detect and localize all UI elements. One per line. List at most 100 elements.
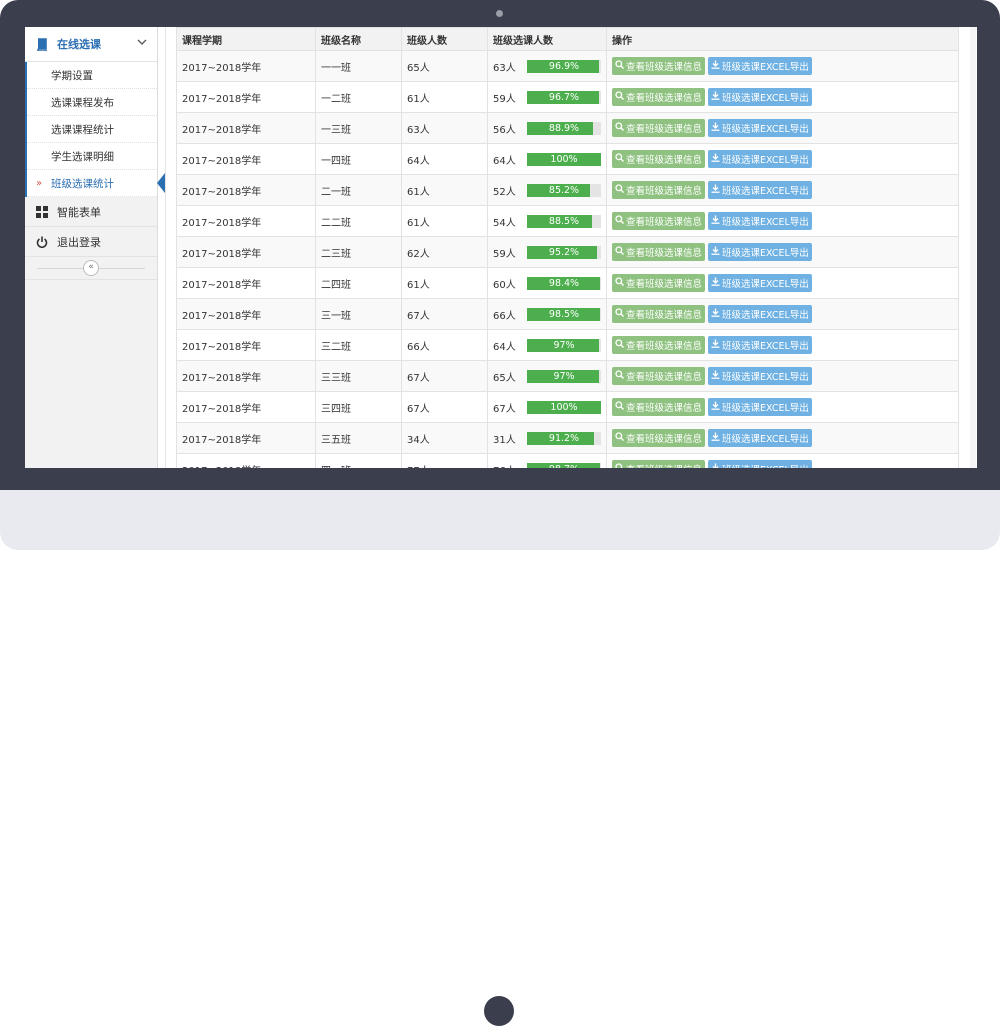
cell-size: 62人 [401,236,488,268]
view-button-label: 查看班级选课信息 [626,155,703,166]
selected-count: 52人 [493,186,516,198]
view-class-selection-button[interactable]: 查看班级选课信息 [612,274,706,292]
progress-bar: 88.5% [527,214,601,228]
cell-class: 二三班 [315,236,402,268]
cell-selected: 31人 91.2% [487,422,607,454]
cell-term: 2017~2018学年 [176,391,316,423]
selected-count: 66人 [493,310,516,322]
progress-label: 100% [550,401,578,413]
download-icon [711,60,720,72]
cell-size: 61人 [401,174,488,206]
view-button-label: 查看班级选课信息 [626,93,703,104]
search-icon [615,401,624,413]
cell-selected: 64人 100% [487,143,607,175]
cell-selected: 56人 88.9% [487,112,607,144]
export-excel-button[interactable]: 班级选课EXCEL导出 [708,336,812,354]
cell-term: 2017~2018学年 [176,174,316,206]
export-excel-button[interactable]: 班级选课EXCEL导出 [708,57,812,75]
view-class-selection-button[interactable]: 查看班级选课信息 [612,460,706,468]
progress-label: 91.2% [548,432,580,444]
view-class-selection-button[interactable]: 查看班级选课信息 [612,88,706,106]
cell-selected: 59人 95.2% [487,236,607,268]
export-excel-button[interactable]: 班级选课EXCEL导出 [708,243,812,261]
sub-item-course-stats[interactable]: 选课课程统计 [27,116,157,143]
selected-count: 65人 [493,372,516,384]
table-row: 2017~2018学年 二四班 61人 60人 98.4% 查看班级选课信息 班级选课EXC… [176,267,959,299]
grid-icon [35,205,49,219]
download-icon [711,246,720,258]
view-class-selection-button[interactable]: 查看班级选课信息 [612,119,706,137]
export-excel-button[interactable]: 班级选课EXCEL导出 [708,88,812,106]
view-class-selection-button[interactable]: 查看班级选课信息 [612,243,706,261]
view-class-selection-button[interactable]: 查看班级选课信息 [612,57,706,75]
view-class-selection-button[interactable]: 查看班级选课信息 [612,305,706,323]
export-excel-button[interactable]: 班级选课EXCEL导出 [708,367,812,385]
cell-actions: 查看班级选课信息 班级选课EXCEL导出 [606,205,959,237]
sub-item-course-publish[interactable]: 选课课程发布 [27,89,157,116]
cell-term: 2017~2018学年 [176,112,316,144]
nav-logout[interactable]: 退出登录 [25,227,157,257]
view-class-selection-button[interactable]: 查看班级选课信息 [612,429,706,447]
export-button-label: 班级选课EXCEL导出 [722,155,809,166]
sub-item-term-settings[interactable]: 学期设置 [27,62,157,89]
download-icon [711,432,720,444]
search-icon [615,277,624,289]
export-excel-button[interactable]: 班级选课EXCEL导出 [708,212,812,230]
export-excel-button[interactable]: 班级选课EXCEL导出 [708,460,812,468]
download-icon [711,122,720,134]
export-excel-button[interactable]: 班级选课EXCEL导出 [708,398,812,416]
table-row: 2017~2018学年 一二班 61人 59人 96.7% 查看班级选课信息 班级选课EXC… [176,81,959,113]
sub-item-student-details[interactable]: 学生选课明细 [27,143,157,170]
cell-class: 一四班 [315,143,402,175]
collapse-sidebar-button[interactable]: « [83,260,99,276]
export-button-label: 班级选课EXCEL导出 [722,186,809,197]
cell-size: 63人 [401,112,488,144]
nav-smart-form[interactable]: 智能表单 [25,197,157,227]
cell-term: 2017~2018学年 [176,81,316,113]
progress-bar: 100% [527,400,601,414]
export-excel-button[interactable]: 班级选课EXCEL导出 [708,305,812,323]
view-class-selection-button[interactable]: 查看班级选课信息 [612,398,706,416]
chevron-down-icon [137,37,147,50]
cell-actions: 查看班级选课信息 班级选课EXCEL导出 [606,174,959,206]
view-class-selection-button[interactable]: 查看班级选课信息 [612,367,706,385]
cell-actions: 查看班级选课信息 班级选课EXCEL导出 [606,298,959,330]
cell-selected: 76人98.7% [487,453,607,468]
progress-label: 97% [553,339,575,351]
view-class-selection-button[interactable]: 查看班级选课信息 [612,181,706,199]
progress-label: 98.4% [548,277,580,289]
export-excel-button[interactable]: 班级选课EXCEL导出 [708,429,812,447]
power-icon [35,235,49,249]
cell-class: 一二班 [315,81,402,113]
vertical-scrollbar[interactable] [970,27,976,468]
progress-label: 96.7% [548,91,580,103]
cell-class: 三一班 [315,298,402,330]
view-class-selection-button[interactable]: 查看班级选课信息 [612,212,706,230]
cell-selected: 67人 100% [487,391,607,423]
view-class-selection-button[interactable]: 查看班级选课信息 [612,336,706,354]
download-icon [711,215,720,227]
export-excel-button[interactable]: 班级选课EXCEL导出 [708,181,812,199]
view-class-selection-button[interactable]: 查看班级选课信息 [612,150,706,168]
export-excel-button[interactable]: 班级选课EXCEL导出 [708,150,812,168]
sub-item-class-stats[interactable]: » 班级选课统计 [27,170,165,197]
monitor-chin [0,490,1000,1026]
download-icon [711,277,720,289]
progress-label: 100% [550,153,578,165]
cell-class: 三五班 [315,422,402,454]
progress-bar: 98.7% [527,462,601,468]
progress-label: 95.2% [548,246,580,258]
export-excel-button[interactable]: 班级选课EXCEL导出 [708,119,812,137]
progress-bar: 100% [527,152,601,166]
cell-actions: 查看班级选课信息 班级选课EXCEL导出 [606,391,959,423]
cell-actions: 查看班级选课信息 班级选课EXCEL导出 [606,267,959,299]
active-pointer-icon [157,173,165,193]
cell-size: 77人 [401,453,488,468]
nav-online-course[interactable]: 在线选课 [25,27,157,62]
download-icon [711,153,720,165]
view-button-label: 查看班级选课信息 [626,462,702,468]
progress-label: 88.5% [548,215,580,227]
view-button-label: 查看班级选课信息 [626,62,703,73]
export-excel-button[interactable]: 班级选课EXCEL导出 [708,274,812,292]
cell-size: 67人 [401,298,488,330]
